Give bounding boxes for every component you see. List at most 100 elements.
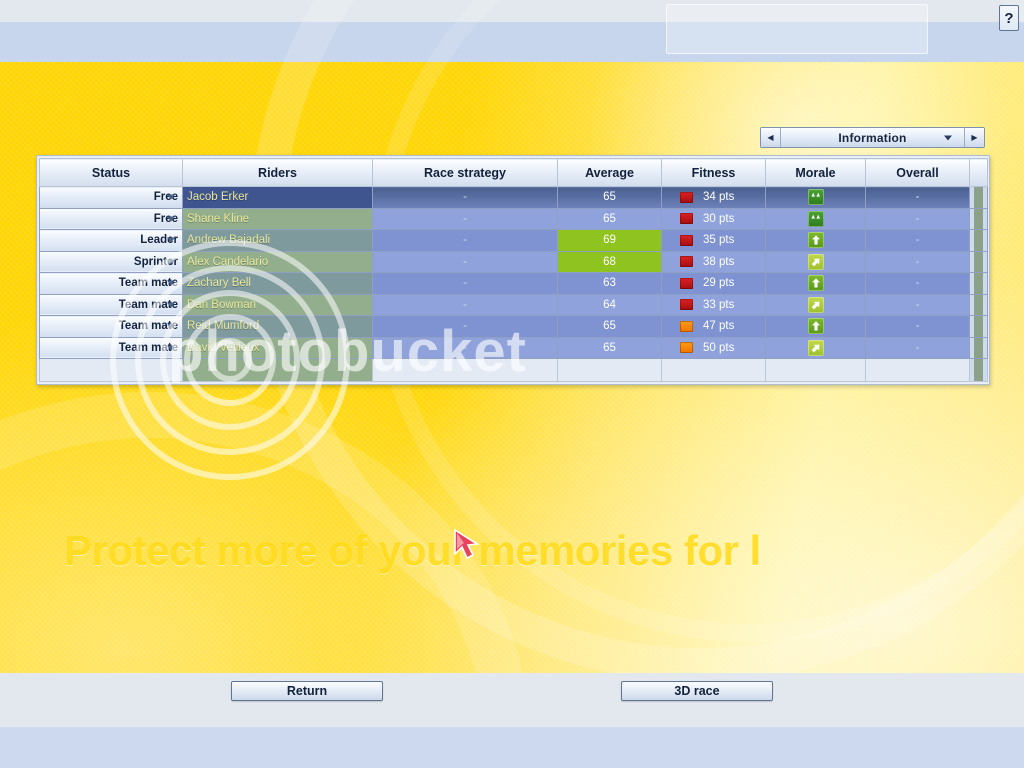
table-row[interactable]: Sprinter Alex Candelario -68 38 pts -: [39, 250, 988, 273]
previous-arrow-icon[interactable]: ◀: [761, 128, 781, 147]
status-dropdown[interactable]: Sprinter: [39, 250, 183, 273]
column-header-scroll: [969, 158, 988, 187]
race-strategy-value[interactable]: -: [372, 293, 558, 316]
average-value: 64: [557, 293, 662, 316]
fitness-points: 34 pts: [703, 191, 735, 204]
scrollbar-thumb[interactable]: [974, 230, 983, 251]
scrollbar-thumb[interactable]: [974, 316, 983, 337]
scrollbar-thumb[interactable]: [974, 187, 983, 208]
status-dropdown[interactable]: Team mate: [39, 272, 183, 295]
overall-value: -: [865, 272, 970, 295]
rider-name[interactable]: Andrew Bajadali: [182, 229, 373, 252]
table-empty-cell: [765, 358, 866, 382]
fitness-points: 50 pts: [703, 341, 735, 354]
scrollbar-thumb[interactable]: [974, 294, 983, 315]
up-arrow-icon: [807, 318, 824, 335]
3d-race-button[interactable]: 3D race: [621, 681, 773, 701]
status-dropdown[interactable]: Free: [39, 207, 183, 230]
status-dropdown[interactable]: Free: [39, 186, 183, 209]
table-row[interactable]: Team mate Dan Bowman -64 33 pts -: [39, 293, 988, 316]
fitness-points: 38 pts: [703, 255, 735, 268]
rider-name[interactable]: Reid Mumford: [182, 315, 373, 338]
overall-value: -: [865, 250, 970, 273]
diagonal-up-arrow-icon: [807, 296, 824, 313]
fitness-cell: 35 pts: [661, 229, 766, 252]
column-header-overall[interactable]: Overall: [865, 158, 970, 187]
table-scrollbar[interactable]: [969, 186, 988, 209]
race-strategy-value[interactable]: -: [372, 207, 558, 230]
chevron-down-icon: [167, 323, 175, 329]
race-strategy-value[interactable]: -: [372, 315, 558, 338]
scrollbar-thumb[interactable]: [974, 359, 983, 381]
overall-value: -: [865, 336, 970, 359]
table-row[interactable]: Leader Andrew Bajadali -69 35 pts -: [39, 229, 988, 252]
overall-value: -: [865, 315, 970, 338]
column-header-riders[interactable]: Riders: [182, 158, 373, 187]
morale-cell: [765, 293, 866, 316]
table-row[interactable]: Team mate Zachary Bell -63 29 pts -: [39, 272, 988, 295]
race-strategy-value[interactable]: -: [372, 336, 558, 359]
race-strategy-value[interactable]: -: [372, 272, 558, 295]
column-header-fitness[interactable]: Fitness: [661, 158, 766, 187]
top-info-panel: [666, 4, 928, 54]
status-dropdown[interactable]: Team mate: [39, 293, 183, 316]
table-scrollbar[interactable]: [969, 250, 988, 273]
column-header-morale[interactable]: Morale: [765, 158, 866, 187]
column-header-status[interactable]: Status: [39, 158, 183, 187]
morale-cell: [765, 336, 866, 359]
rider-name[interactable]: David Veilleux: [182, 336, 373, 359]
race-strategy-value[interactable]: -: [372, 186, 558, 209]
table-empty-cell: [661, 358, 766, 382]
table-row[interactable]: Free Jacob Erker -65 34 pts -: [39, 186, 988, 209]
status-dropdown[interactable]: Leader: [39, 229, 183, 252]
rider-name[interactable]: Zachary Bell: [182, 272, 373, 295]
race-strategy-value[interactable]: -: [372, 250, 558, 273]
chevron-down-icon: [167, 194, 175, 200]
help-button[interactable]: ?: [999, 5, 1019, 31]
table-scrollbar[interactable]: [969, 229, 988, 252]
fitness-level-icon: [680, 320, 693, 332]
scrollbar-thumb[interactable]: [974, 251, 983, 272]
diagonal-up-arrow-icon: [807, 253, 824, 270]
rider-name[interactable]: Alex Candelario: [182, 250, 373, 273]
fitness-level-icon: [680, 213, 693, 225]
status-dropdown[interactable]: Team mate: [39, 315, 183, 338]
diagonal-up-arrow-icon: [807, 339, 824, 356]
fitness-points: 29 pts: [703, 277, 735, 290]
table-scrollbar[interactable]: [969, 272, 988, 295]
morale-cell: [765, 229, 866, 252]
information-selector[interactable]: ◀ Information ▶: [760, 127, 985, 148]
fitness-level-icon: [680, 299, 693, 311]
table-scrollbar[interactable]: [969, 336, 988, 359]
table-scrollbar[interactable]: [969, 315, 988, 338]
status-dropdown[interactable]: Team mate: [39, 336, 183, 359]
table-row[interactable]: Free Shane Kline -65 30 pts -: [39, 207, 988, 230]
chevron-down-icon: [167, 237, 175, 243]
table-row[interactable]: Team mate David Veilleux -65 50 pts -: [39, 336, 988, 359]
column-header-average[interactable]: Average: [557, 158, 662, 187]
table-empty-cell: [865, 358, 970, 382]
table-scrollbar[interactable]: [969, 293, 988, 316]
table-empty-cell: [969, 358, 988, 382]
rider-name[interactable]: Jacob Erker: [182, 186, 373, 209]
scrollbar-thumb[interactable]: [974, 208, 983, 229]
table-row[interactable]: Team mate Reid Mumford -65 47 pts -: [39, 315, 988, 338]
rider-name[interactable]: Dan Bowman: [182, 293, 373, 316]
overall-value: -: [865, 293, 970, 316]
rider-name[interactable]: Shane Kline: [182, 207, 373, 230]
next-arrow-icon[interactable]: ▶: [964, 128, 984, 147]
scrollbar-thumb[interactable]: [974, 273, 983, 294]
roster-table-panel: Status Riders Race strategy Average Fitn…: [36, 155, 990, 385]
fitness-level-icon: [680, 277, 693, 289]
column-header-strategy[interactable]: Race strategy: [372, 158, 558, 187]
table-scrollbar[interactable]: [969, 207, 988, 230]
morale-cell: [765, 272, 866, 295]
table-empty-row: [39, 358, 988, 382]
fitness-cell: 34 pts: [661, 186, 766, 209]
average-value: 65: [557, 186, 662, 209]
race-strategy-value[interactable]: -: [372, 229, 558, 252]
information-dropdown[interactable]: Information: [781, 128, 964, 147]
fitness-level-icon: [680, 342, 693, 354]
scrollbar-thumb[interactable]: [974, 337, 983, 358]
return-button[interactable]: Return: [231, 681, 383, 701]
